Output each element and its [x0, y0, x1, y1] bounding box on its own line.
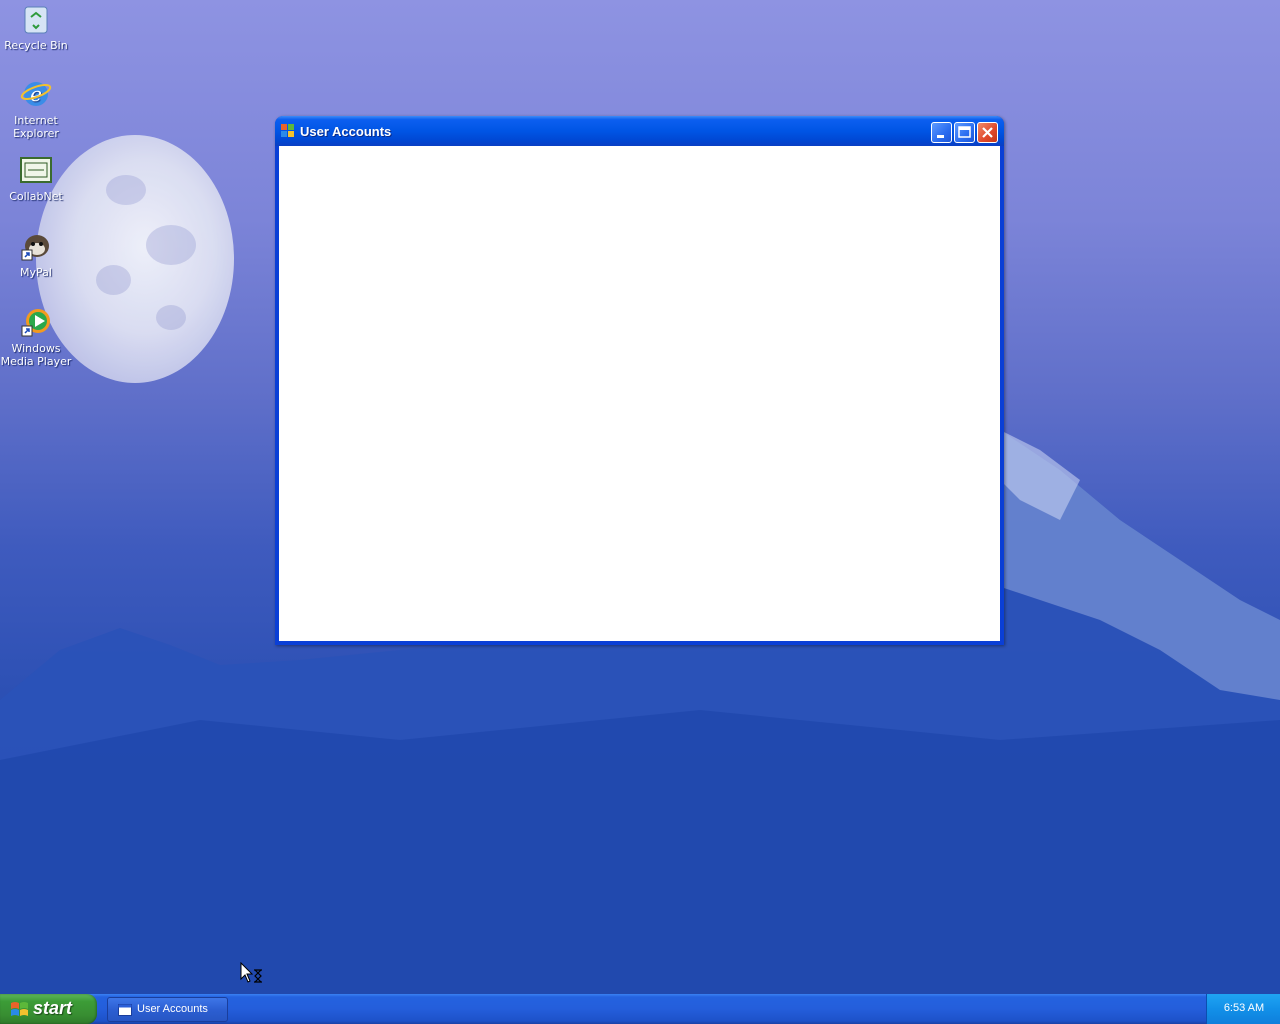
taskbar: start User Accounts 6:53 AM: [0, 994, 1280, 1024]
desktop-icon-recycle-bin[interactable]: Recycle Bin: [0, 2, 72, 52]
window-client-area: [279, 146, 1000, 641]
busy-cursor-icon: [240, 962, 262, 983]
window-titlebar[interactable]: User Accounts: [275, 116, 1004, 146]
desktop-icon-mypal[interactable]: MyPal: [0, 229, 72, 279]
mypal-icon: [19, 229, 53, 263]
user-accounts-icon: [281, 124, 294, 137]
desktop-icon-label: Internet Explorer: [13, 114, 59, 140]
desktop-icon-label: MyPal: [20, 266, 52, 279]
desktop-icon-label: Recycle Bin: [4, 39, 68, 52]
system-tray: 6:53 AM: [1206, 994, 1280, 1024]
desktop-icon-label: Windows Media Player: [0, 342, 72, 368]
collabnet-icon: [19, 153, 53, 187]
desktop-icon-internet-explorer[interactable]: e Internet Explorer: [0, 77, 72, 140]
internet-explorer-icon: e: [19, 77, 53, 111]
windows-media-player-icon: [19, 305, 53, 339]
desktop-icon-collabnet[interactable]: CollabNet: [0, 153, 72, 203]
user-accounts-window[interactable]: User Accounts: [275, 116, 1004, 645]
clock[interactable]: 6:53 AM: [1207, 1002, 1280, 1014]
close-icon: [982, 127, 993, 138]
window-title: User Accounts: [300, 124, 392, 139]
start-label: start: [33, 998, 73, 1018]
maximize-icon: [958, 126, 971, 138]
minimize-button[interactable]: [931, 122, 952, 143]
windows-logo-icon: [11, 1002, 28, 1016]
close-button[interactable]: [977, 122, 998, 143]
desktop-icon-windows-media-player[interactable]: Windows Media Player: [0, 305, 72, 368]
desktop-icon-label: CollabNet: [9, 190, 63, 203]
maximize-button[interactable]: [954, 122, 975, 143]
recycle-bin-icon: [19, 2, 53, 36]
minimize-icon: [937, 135, 944, 138]
window-icon: [118, 1004, 132, 1016]
start-button[interactable]: start: [0, 994, 97, 1024]
taskbar-item-label: User Accounts: [137, 1003, 208, 1015]
taskbar-item-user-accounts[interactable]: User Accounts: [107, 997, 228, 1022]
